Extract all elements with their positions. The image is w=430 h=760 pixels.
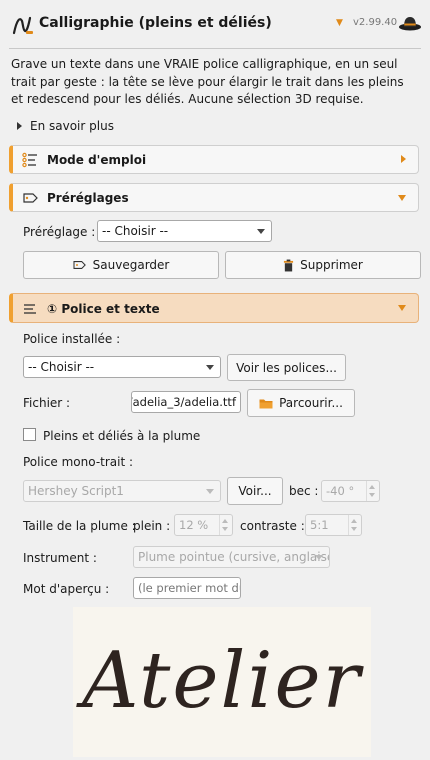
align-icon <box>24 304 36 314</box>
mono-font-value: Hershey Script1 <box>28 484 124 498</box>
pen-strokes-label: Pleins et déliés à la plume <box>43 429 201 443</box>
installed-font-select[interactable]: -- Choisir -- <box>23 356 221 378</box>
preset-select[interactable]: -- Choisir -- <box>97 220 272 242</box>
preview-script-text: Atelier <box>76 636 365 726</box>
hat-icon[interactable] <box>398 14 422 32</box>
view-fonts-button[interactable]: Voir les polices... <box>227 354 346 381</box>
preview-panel: Atelier <box>73 607 371 757</box>
instrument-label: Instrument : <box>23 551 97 565</box>
pen-size-label: Taille de la plume : <box>23 519 136 533</box>
trash-icon <box>284 259 294 271</box>
tag-icon <box>23 193 38 203</box>
spin-up-icon[interactable] <box>369 485 375 489</box>
version-label: v2.99.40 <box>353 17 398 28</box>
tag-icon <box>73 261 86 269</box>
nib-label: bec : <box>289 484 319 498</box>
pen-strokes-checkbox[interactable] <box>23 428 36 441</box>
file-path-value: /adelia_3/adelia.ttf <box>131 395 236 409</box>
spin-down-icon[interactable] <box>369 493 375 497</box>
save-preset-button[interactable]: Sauvegarder <box>23 251 219 279</box>
expand-arrow-icon <box>17 122 22 130</box>
full-value: 12 % <box>179 518 209 532</box>
spin-up-icon[interactable] <box>222 519 228 523</box>
preview-word-label: Mot d'aperçu : <box>23 582 110 596</box>
preset-label: Préréglage : <box>23 225 96 239</box>
delete-preset-label: Supprimer <box>300 258 363 272</box>
view-mono-button[interactable]: Voir... <box>227 477 283 505</box>
spin-up-icon[interactable] <box>351 519 357 523</box>
instrument-value: Plume pointue (cursive, anglaise) <box>138 550 330 564</box>
app-title: Calligraphie (pleins et déliés) <box>39 15 272 31</box>
save-preset-label: Sauvegarder <box>92 258 170 272</box>
mono-font-label: Police mono-trait : <box>23 455 134 469</box>
instrument-select[interactable]: Plume pointue (cursive, anglaise) <box>133 546 330 568</box>
browse-button[interactable]: Parcourir... <box>247 389 355 417</box>
section-presets[interactable]: Préréglages <box>9 183 419 212</box>
learn-more-toggle[interactable]: En savoir plus <box>17 118 114 134</box>
section-font[interactable]: ① Police et texte <box>9 293 419 323</box>
section-howto[interactable]: Mode d'emploi <box>9 145 419 174</box>
file-label: Fichier : <box>23 396 71 410</box>
nib-angle-spinner[interactable]: -40 ° <box>321 480 380 502</box>
contrast-value: 5:1 <box>310 518 329 532</box>
chevron-down-icon <box>257 229 265 234</box>
file-path-input[interactable]: /adelia_3/adelia.ttf <box>131 391 241 413</box>
full-spinner[interactable]: 12 % <box>174 514 233 536</box>
chevron-down-icon <box>206 489 214 494</box>
nib-angle-value: -40 ° <box>326 484 355 498</box>
section-howto-label: Mode d'emploi <box>47 153 147 167</box>
learn-more-label: En savoir plus <box>30 119 114 133</box>
spin-down-icon[interactable] <box>351 527 357 531</box>
folder-icon <box>259 399 273 408</box>
section-presets-label: Préréglages <box>47 191 129 205</box>
installed-font-label: Police installée : <box>23 332 121 346</box>
contrast-spinner[interactable]: 5:1 <box>305 514 362 536</box>
chevron-down-icon <box>398 305 406 311</box>
chevron-down-icon <box>398 195 406 201</box>
spin-down-icon[interactable] <box>222 527 228 531</box>
view-fonts-label: Voir les polices... <box>236 360 337 375</box>
installed-font-value: -- Choisir -- <box>28 360 95 374</box>
chevron-right-icon <box>401 155 406 163</box>
full-label: plein : <box>133 519 171 533</box>
preset-select-value: -- Choisir -- <box>102 224 169 238</box>
list-icon <box>22 152 37 168</box>
chevron-down-icon <box>206 365 214 370</box>
contrast-label: contraste : <box>240 519 305 533</box>
title-bar: Calligraphie (pleins et déliés) ▼ v2.99.… <box>0 0 430 50</box>
version-dropdown-icon[interactable]: ▼ <box>336 18 343 28</box>
preview-word-input[interactable]: (le premier mot du texte) <box>133 577 241 599</box>
delete-preset-button[interactable]: Supprimer <box>225 251 421 279</box>
section-font-label: ① Police et texte <box>47 302 160 316</box>
calligraphy-logo-icon <box>12 16 33 35</box>
view-mono-label: Voir... <box>238 484 272 498</box>
header-divider <box>9 48 421 49</box>
preview-script: Atelier <box>76 636 365 726</box>
chevron-down-icon <box>315 555 323 560</box>
mono-font-select[interactable]: Hershey Script1 <box>23 480 221 502</box>
intro-text: Grave un texte dans une VRAIE police cal… <box>11 57 404 106</box>
preview-word-placeholder: (le premier mot du texte) <box>138 581 240 595</box>
browse-label: Parcourir... <box>279 396 343 410</box>
